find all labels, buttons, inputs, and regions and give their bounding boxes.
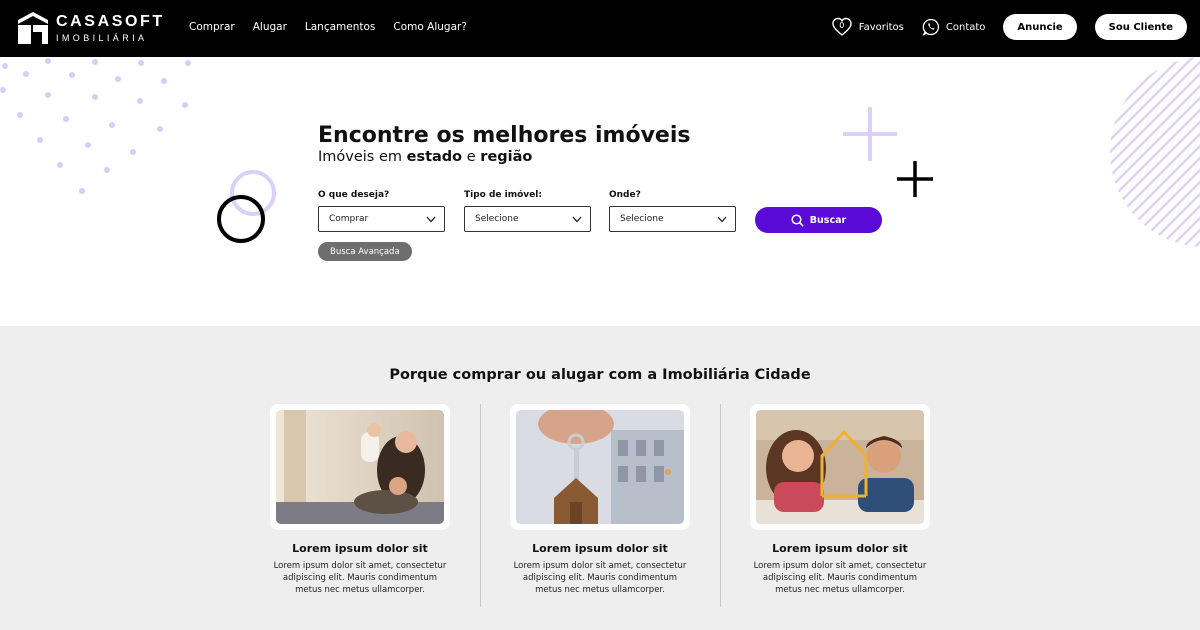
purpose-select[interactable]: Comprar [318,206,445,232]
nav-como-alugar[interactable]: Como Alugar? [393,21,467,33]
heart-icon: 0 [832,17,852,37]
decorative-striped-circle [1110,57,1200,247]
features-title: Porque comprar ou alugar com a Imobiliár… [389,367,811,383]
divider [720,404,721,607]
favorites-link[interactable]: 0 Favoritos [832,17,904,37]
features-section: Porque comprar ou alugar com a Imobiliár… [0,326,1200,630]
decorative-dots [0,58,191,194]
brand-logo[interactable]: CASASOFT IMOBILIÁRIA [18,12,165,44]
feature-card: Lorem ipsum dolor sit Lorem ipsum dolor … [270,404,450,596]
property-type-label: Tipo de imóvel: [464,190,542,200]
family-photo [270,404,450,530]
contact-link[interactable]: Contato [922,18,986,36]
brand-name: CASASOFT [56,12,165,30]
location-field: Onde? Selecione [609,190,736,232]
feature-card-title: Lorem ipsum dolor sit [532,542,668,555]
hero-title: Encontre os melhores imóveis [318,123,691,148]
chevron-down-icon [426,216,436,222]
feature-card: Lorem ipsum dolor sit Lorem ipsum dolor … [510,404,690,596]
favorites-label: Favoritos [858,21,904,33]
location-label: Onde? [609,190,641,200]
house-logo-icon [18,12,48,44]
search-icon [791,213,804,227]
feature-card: Lorem ipsum dolor sit Lorem ipsum dolor … [750,404,930,596]
client-area-button[interactable]: Sou Cliente [1094,14,1187,40]
chevron-down-icon [717,216,727,222]
search-button[interactable]: Buscar [755,207,882,233]
announce-button[interactable]: Anuncie [1003,14,1077,40]
decorative-plus-signs [843,107,933,197]
favorites-count: 0 [839,21,845,30]
feature-card-text: Lorem ipsum dolor sit amet, consectetur … [273,561,447,595]
feature-card-text: Lorem ipsum dolor sit amet, consectetur … [513,561,687,595]
top-navbar: CASASOFT IMOBILIÁRIA Comprar Alugar Lanç… [0,0,1200,57]
feature-card-text: Lorem ipsum dolor sit amet, consectetur … [753,561,927,595]
contact-label: Contato [945,21,986,33]
decorative-circles [217,170,276,243]
header-actions: 0 Favoritos Contato Anuncie Sou Cliente [832,14,1187,40]
brand-tagline: IMOBILIÁRIA [56,32,148,43]
divider [480,404,481,607]
hero-search-section: Encontre os melhores imóveis Imóveis em … [0,57,1200,326]
property-type-select[interactable]: Selecione [464,206,591,232]
house-keys-photo [510,404,690,530]
chevron-down-icon [572,216,582,222]
feature-card-title: Lorem ipsum dolor sit [772,542,908,555]
couple-photo [750,404,930,530]
feature-card-title: Lorem ipsum dolor sit [292,542,428,555]
purpose-field: O que deseja? Comprar [318,190,445,232]
nav-alugar[interactable]: Alugar [253,21,287,33]
hero-subtitle: Imóveis em estado e região [318,149,533,165]
nav-lancamentos[interactable]: Lançamentos [305,21,376,33]
advanced-search-button[interactable]: Busca Avançada [318,242,412,261]
main-nav: Comprar Alugar Lançamentos Como Alugar? [189,21,485,33]
location-select[interactable]: Selecione [609,206,736,232]
nav-comprar[interactable]: Comprar [189,21,235,33]
whatsapp-icon [922,18,939,36]
property-type-field: Tipo de imóvel: Selecione [464,190,591,232]
purpose-label: O que deseja? [318,190,390,200]
